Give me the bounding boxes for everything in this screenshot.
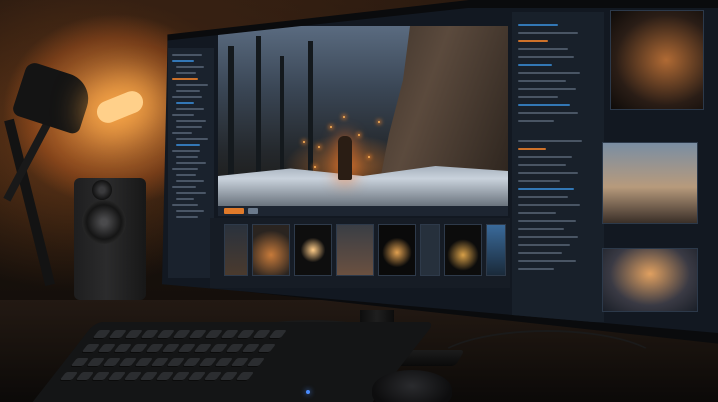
timeline-clip[interactable] [486, 224, 506, 276]
speaker-icon [74, 178, 146, 300]
preview-thumbnail[interactable] [602, 142, 698, 224]
timeline-clip[interactable] [420, 224, 440, 276]
viewport-toolbar [218, 206, 508, 216]
character-figure [338, 136, 352, 180]
timeline-clip[interactable] [294, 224, 332, 276]
photo-scene [0, 0, 718, 402]
status-led [306, 390, 310, 394]
timeline-clip[interactable] [224, 224, 248, 276]
file-tree-panel [168, 48, 214, 278]
preview-thumbnail[interactable] [602, 248, 698, 312]
timeline-clip[interactable] [444, 224, 482, 276]
cable [430, 330, 664, 402]
timeline-clip[interactable] [252, 224, 290, 276]
timeline-panel[interactable] [210, 218, 510, 288]
preview-thumbnail[interactable] [610, 10, 704, 110]
monitor-screen [162, 8, 718, 333]
timeline-clip[interactable] [378, 224, 416, 276]
speaker-tweeter [92, 180, 112, 200]
toolbar-button[interactable] [248, 208, 258, 214]
toolbar-button[interactable] [224, 208, 244, 214]
timeline-clip[interactable] [336, 224, 374, 276]
editing-software-ui [162, 8, 718, 333]
mouse-icon[interactable] [372, 370, 452, 402]
properties-panel [512, 12, 604, 322]
main-viewport[interactable] [218, 26, 508, 206]
speaker-woofer [82, 200, 126, 244]
